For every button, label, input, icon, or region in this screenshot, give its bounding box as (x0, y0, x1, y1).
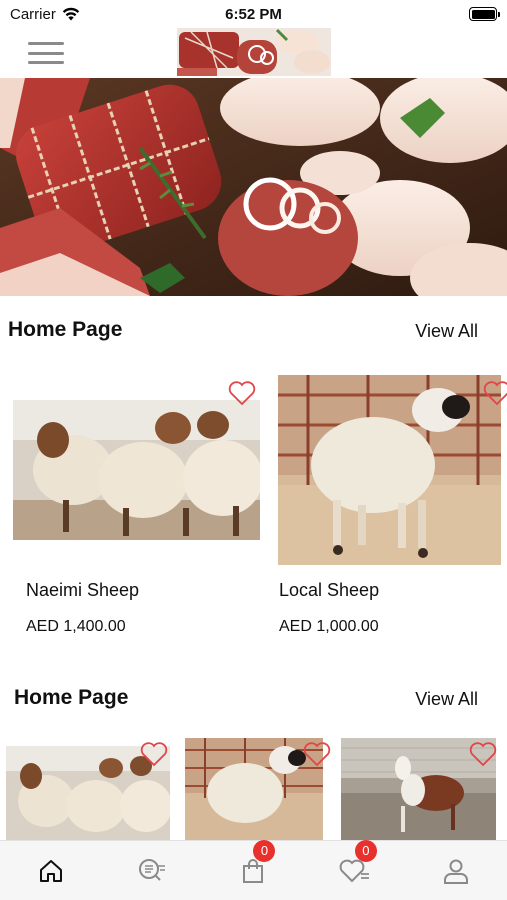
product-card[interactable] (341, 738, 501, 840)
tab-account[interactable] (426, 846, 486, 896)
search-list-icon (139, 858, 166, 881)
view-all-link[interactable]: View All (415, 321, 478, 342)
wifi-icon (62, 7, 80, 21)
bottom-tab-bar: 0 0 (0, 839, 507, 900)
carrier-label: Carrier (10, 5, 56, 23)
hero-banner[interactable] (0, 78, 507, 296)
status-bar: Carrier 6:52 PM (0, 0, 507, 28)
tab-search[interactable] (122, 846, 182, 896)
section-header-1: Home Page View All (0, 318, 507, 348)
tab-home[interactable] (21, 846, 81, 896)
product-price: AED 1,000.00 (279, 618, 379, 635)
cart-badge: 0 (253, 839, 276, 862)
home-icon (39, 859, 62, 882)
naeimi-sheep-image (13, 400, 260, 540)
product-card[interactable] (6, 738, 172, 840)
meat-and-poultry-banner-icon (0, 78, 507, 296)
app-header (0, 28, 507, 78)
status-left: Carrier (10, 6, 80, 23)
section-title: Home Page (14, 686, 129, 709)
logo-image (177, 28, 331, 76)
heart-icon[interactable] (469, 741, 497, 767)
product-card[interactable]: Local Sheep AED 1,000.00 (255, 370, 507, 650)
section-title: Home Page (8, 318, 123, 341)
hamburger-menu-icon[interactable] (28, 40, 64, 66)
tab-cart[interactable]: 0 (223, 839, 283, 896)
section-header-2: Home Page View All (0, 686, 507, 716)
product-name: Local Sheep (279, 580, 380, 600)
heart-icon[interactable] (483, 380, 507, 406)
battery-icon (469, 7, 500, 21)
heart-icon[interactable] (228, 380, 256, 406)
view-all-link[interactable]: View All (415, 689, 478, 710)
user-icon (444, 859, 469, 884)
product-card[interactable]: Naeimi Sheep AED 1,400.00 (0, 370, 260, 650)
tab-wishlist[interactable]: 0 (325, 839, 385, 896)
product-name: Naeimi Sheep (26, 580, 140, 600)
product-price: AED 1,400.00 (26, 618, 126, 635)
local-sheep-image (278, 375, 501, 565)
heart-icon[interactable] (303, 741, 331, 767)
heart-icon[interactable] (140, 741, 168, 767)
wishlist-badge: 0 (354, 839, 377, 862)
product-card[interactable] (185, 738, 333, 840)
